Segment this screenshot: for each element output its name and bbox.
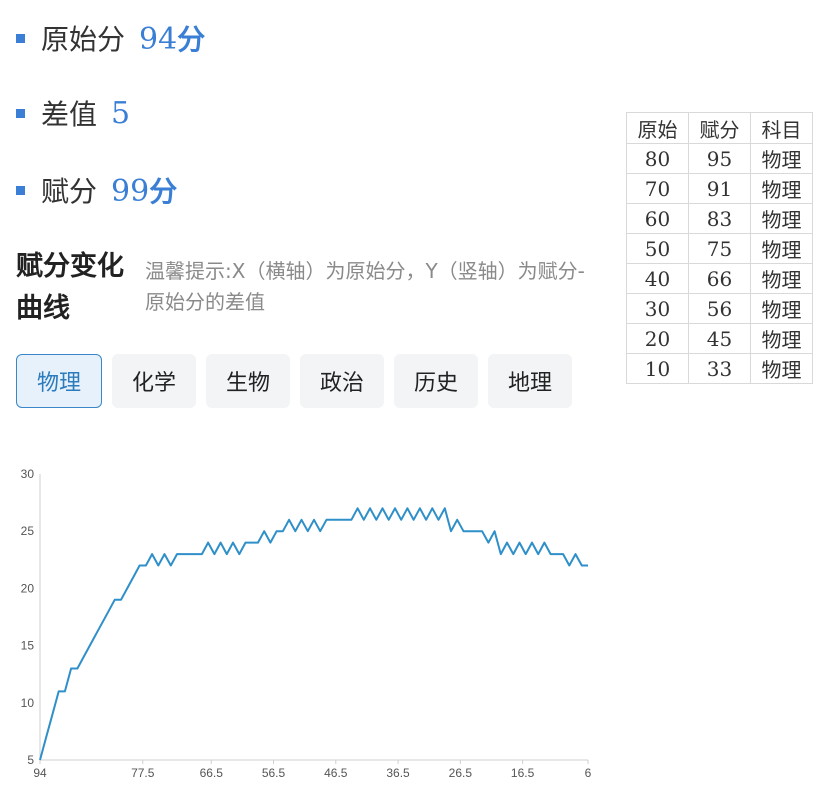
tab-chemistry[interactable]: 化学 [112, 354, 196, 408]
curve-title: 赋分变化曲线 [16, 251, 124, 324]
x-tick-label: 56.5 [262, 766, 286, 780]
cell-raw: 60 [626, 203, 689, 234]
tab-physics[interactable]: 物理 [16, 354, 102, 408]
raw-score-stat: 原始分 94分 [16, 18, 205, 58]
cell-subject: 物理 [750, 353, 813, 384]
cell-subject: 物理 [750, 233, 813, 264]
x-tick-label: 16.5 [511, 766, 535, 780]
header-assigned: 赋分 [688, 112, 751, 144]
table-row: 40 66 物理 [626, 263, 813, 294]
difference-stat: 差值 5 [16, 93, 130, 133]
cell-raw: 40 [626, 263, 689, 294]
header-raw: 原始 [626, 112, 689, 144]
bullet-icon [16, 33, 25, 43]
table-row: 50 75 物理 [626, 233, 813, 264]
difference-label: 差值 [41, 98, 98, 131]
table-row: 60 83 物理 [626, 203, 813, 234]
tab-politics[interactable]: 政治 [300, 354, 384, 408]
y-tick-label: 10 [21, 696, 35, 710]
x-tick-label: 66.5 [200, 766, 224, 780]
x-tick-label: 36.5 [386, 766, 410, 780]
cell-subject: 物理 [750, 323, 813, 354]
tab-biology[interactable]: 生物 [206, 354, 290, 408]
cell-raw: 10 [626, 353, 689, 384]
x-tick-label: 46.5 [324, 766, 348, 780]
assigned-score-unit: 分 [149, 175, 178, 208]
assigned-score-number: 99 [111, 174, 150, 209]
cell-assigned: 56 [688, 293, 751, 324]
raw-score-unit: 分 [177, 23, 206, 56]
difference-value: 5 [111, 96, 130, 131]
raw-score-label: 原始分 [41, 23, 126, 56]
table-row: 30 56 物理 [626, 293, 813, 324]
raw-score-value: 94分 [139, 18, 205, 58]
cell-subject: 物理 [750, 263, 813, 294]
curve-tip: 温馨提示:X（横轴）为原始分，Y（竖轴）为赋分-原始分的差值 [145, 259, 585, 314]
tab-history[interactable]: 历史 [394, 354, 478, 408]
table-row: 80 95 物理 [626, 143, 813, 174]
y-tick-label: 15 [21, 639, 35, 653]
table-header-row: 原始 赋分 科目 [626, 112, 813, 144]
cell-raw: 50 [626, 233, 689, 264]
cell-raw: 70 [626, 173, 689, 204]
y-tick-label: 5 [27, 753, 34, 767]
score-difference-chart: 5 10 15 20 25 30 94 77.5 66.5 56.5 46.5 36.5 26.5 16.… [21, 467, 592, 780]
x-tick-label: 6 [585, 766, 592, 780]
assigned-score-label: 赋分 [41, 175, 98, 208]
cell-raw: 80 [626, 143, 689, 174]
cell-assigned: 66 [688, 263, 751, 294]
cell-assigned: 75 [688, 233, 751, 264]
bullet-icon [16, 185, 25, 195]
cell-assigned: 33 [688, 353, 751, 384]
table-row: 20 45 物理 [626, 323, 813, 354]
y-tick-label: 30 [21, 467, 35, 481]
raw-score-number: 94 [139, 22, 178, 57]
cell-assigned: 45 [688, 323, 751, 354]
assigned-score-stat: 赋分 99分 [16, 170, 177, 210]
cell-subject: 物理 [750, 173, 813, 204]
y-tick-label: 20 [21, 581, 35, 595]
tab-geography[interactable]: 地理 [488, 354, 572, 408]
x-tick-label: 94 [33, 766, 47, 780]
cell-assigned: 83 [688, 203, 751, 234]
table-row: 70 91 物理 [626, 173, 813, 204]
difference-number: 5 [111, 95, 131, 131]
bullet-icon [16, 108, 25, 118]
cell-raw: 30 [626, 293, 689, 324]
cell-assigned: 91 [688, 173, 751, 204]
assigned-score-value: 99分 [111, 170, 177, 210]
cell-subject: 物理 [750, 293, 813, 324]
cell-subject: 物理 [750, 143, 813, 174]
series-line [39, 507, 588, 761]
score-conversion-table: 原始 赋分 科目 80 95 物理 70 91 物理 60 83 物理 50 75 物理 40 6… [626, 112, 813, 384]
header-subject: 科目 [750, 112, 813, 144]
subject-tabs: 物理 化学 生物 政治 历史 地理 [16, 354, 572, 408]
cell-assigned: 95 [688, 143, 751, 174]
x-tick-label: 26.5 [449, 766, 473, 780]
cell-raw: 20 [626, 323, 689, 354]
cell-subject: 物理 [750, 203, 813, 234]
x-tick-label: 77.5 [131, 766, 155, 780]
table-row: 10 33 物理 [626, 353, 813, 384]
y-tick-label: 25 [21, 524, 35, 538]
